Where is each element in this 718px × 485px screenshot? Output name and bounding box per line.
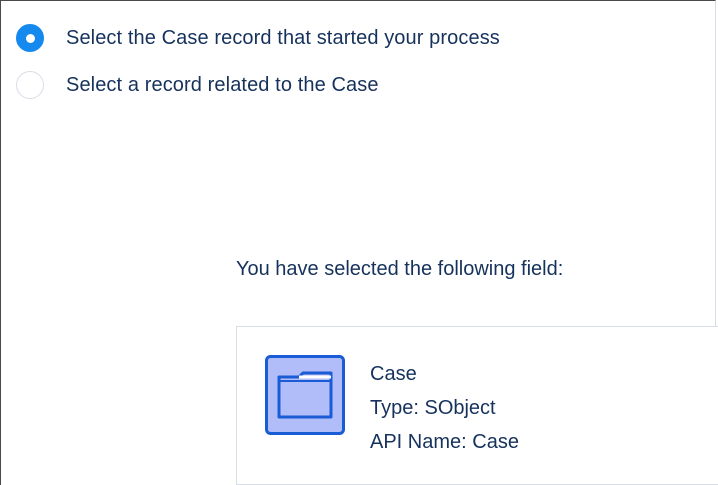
- field-api-name: API Name: Case: [370, 431, 519, 453]
- selected-field-card: Case Type: SObject API Name: Case: [236, 326, 718, 485]
- radio-option-label[interactable]: Select the Case record that started your…: [66, 27, 500, 50]
- radio-dot: [25, 33, 35, 43]
- field-info: Case Type: SObject API Name: Case: [370, 357, 519, 459]
- radio-option-related-record[interactable]: Select a record related to the Case: [16, 69, 379, 101]
- selected-field-heading: You have selected the following field:: [236, 258, 564, 280]
- radio-option-started-record[interactable]: Select the Case record that started your…: [16, 22, 500, 54]
- folder-icon: [265, 355, 345, 435]
- field-type: Type: SObject: [370, 397, 496, 419]
- radio-button-checked[interactable]: [16, 24, 44, 52]
- radio-button-unchecked[interactable]: [16, 71, 44, 99]
- field-name: Case: [370, 363, 417, 385]
- radio-option-label[interactable]: Select a record related to the Case: [66, 74, 379, 97]
